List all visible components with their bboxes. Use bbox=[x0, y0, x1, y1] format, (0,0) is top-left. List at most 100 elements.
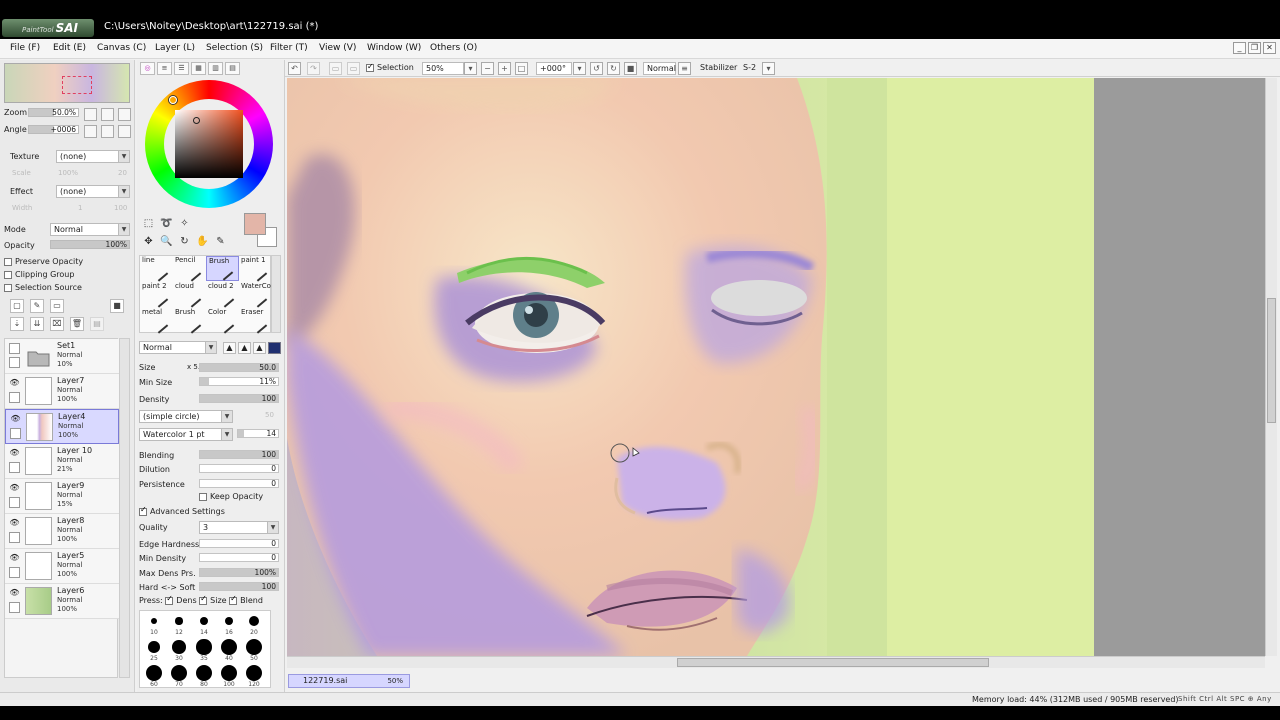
eye-icon[interactable]: 👁 bbox=[9, 553, 20, 562]
layer-opacity-slider[interactable]: 100% bbox=[50, 240, 130, 249]
brush-size-preset-25[interactable] bbox=[148, 641, 160, 653]
lock-icon[interactable] bbox=[9, 567, 20, 578]
zoom-in-icon[interactable] bbox=[101, 108, 114, 121]
clear-layer-icon[interactable]: ⌧ bbox=[50, 317, 64, 331]
layer-row[interactable]: 👁 Layer8 Normal 100% bbox=[5, 514, 119, 549]
reset-rotation-icon[interactable]: ■ bbox=[624, 62, 637, 75]
zoom-slider[interactable]: 50.0% bbox=[28, 108, 79, 117]
layer-row[interactable]: 👁 Layer9 Normal 15% bbox=[5, 479, 119, 514]
brush-shape-select[interactable]: (simple circle) ▼ bbox=[139, 410, 233, 423]
menu-canvas[interactable]: Canvas (C) bbox=[97, 43, 146, 53]
brush-size-preset-10[interactable] bbox=[150, 617, 158, 625]
preserve-opacity-checkbox[interactable]: Preserve Opacity bbox=[4, 257, 83, 266]
brush-size-preset-30[interactable] bbox=[172, 640, 186, 654]
menu-selection[interactable]: Selection (S) bbox=[206, 43, 263, 53]
effect-select[interactable]: (none) ▼ bbox=[56, 185, 130, 198]
horizontal-scroll-thumb[interactable] bbox=[677, 658, 989, 667]
edge-hardness-slider[interactable]: 0 bbox=[199, 539, 279, 548]
layer-row-selected[interactable]: 👁 Layer4 Normal 100% bbox=[5, 409, 119, 444]
zoom-icon[interactable]: 🔍 bbox=[159, 235, 174, 249]
rotate-right-icon[interactable] bbox=[101, 125, 114, 138]
saturation-value-square[interactable] bbox=[175, 110, 243, 178]
flip-horizontal-icon[interactable]: ≡ bbox=[678, 62, 691, 75]
brush-size-preset-14[interactable] bbox=[200, 617, 208, 625]
dilution-slider[interactable]: 0 bbox=[199, 464, 279, 473]
navigator-thumbnail[interactable] bbox=[4, 63, 130, 103]
brush-tool-eraser[interactable]: Eraser bbox=[239, 308, 272, 334]
delete-layer-icon[interactable]: 🗑 bbox=[70, 317, 84, 331]
zoom-out-button-icon[interactable]: − bbox=[481, 62, 494, 75]
eyedropper-icon[interactable]: ✎ bbox=[213, 235, 228, 249]
min-density-slider[interactable]: 0 bbox=[199, 553, 279, 562]
zoom-field[interactable]: 50% bbox=[422, 62, 464, 75]
redo-icon[interactable]: ↷ bbox=[307, 62, 320, 75]
layer-mode-select[interactable]: Normal ▼ bbox=[50, 223, 130, 236]
canvas-vertical-scrollbar[interactable] bbox=[1265, 78, 1277, 656]
brush-size-preset-20[interactable] bbox=[249, 616, 259, 626]
merge-down-icon[interactable]: ⇊ bbox=[30, 317, 44, 331]
zoom-in-button-icon[interactable]: + bbox=[498, 62, 511, 75]
brush-tool-pencil[interactable]: Pencil bbox=[173, 256, 206, 282]
brush-size-preset-70[interactable] bbox=[171, 665, 187, 681]
keep-opacity-checkbox[interactable]: Keep Opacity bbox=[199, 492, 263, 501]
texture-select[interactable]: (none) ▼ bbox=[56, 150, 130, 163]
square-tip-icon[interactable] bbox=[268, 342, 281, 354]
pressure-density-checkbox[interactable]: Dens bbox=[165, 596, 197, 605]
layer-row[interactable]: 👁 Layer 10 Normal 21% bbox=[5, 444, 119, 479]
lock-icon[interactable] bbox=[9, 602, 20, 613]
move-icon[interactable]: ✥ bbox=[141, 235, 156, 249]
persistence-slider[interactable]: 0 bbox=[199, 479, 279, 488]
layer-row[interactable]: 👁 Layer5 Normal 100% bbox=[5, 549, 119, 584]
hand-icon[interactable]: ✋ bbox=[195, 235, 210, 249]
brush-size-preset-16[interactable] bbox=[224, 616, 234, 626]
rect-select-icon[interactable]: ⬚ bbox=[141, 217, 156, 231]
brush-tool-metal[interactable]: metal bbox=[140, 308, 173, 334]
flat-tip-icon[interactable]: ▲ bbox=[253, 342, 266, 354]
magic-wand-icon[interactable]: ✧ bbox=[177, 217, 192, 231]
brush-grid-scrollbar[interactable] bbox=[271, 255, 281, 333]
minimize-icon[interactable]: _ bbox=[1233, 42, 1246, 54]
layer-row[interactable]: 👁 Layer6 Normal 100% bbox=[5, 584, 119, 619]
brush-blend-mode-select[interactable]: Normal ▼ bbox=[139, 341, 217, 354]
round-tip-icon[interactable]: ▲ bbox=[223, 342, 236, 354]
brush-size-preset-80[interactable] bbox=[196, 665, 212, 681]
angle-dropdown-icon[interactable]: ▾ bbox=[573, 62, 586, 75]
soft-tip-icon[interactable]: ▲ bbox=[238, 342, 251, 354]
menu-others[interactable]: Others (O) bbox=[430, 43, 477, 53]
rotate-ccw-icon[interactable]: ↺ bbox=[590, 62, 603, 75]
invert-selection-icon[interactable]: ▭ bbox=[347, 62, 360, 75]
vertical-scroll-thumb[interactable] bbox=[1267, 298, 1276, 423]
layer-list-scrollbar[interactable] bbox=[119, 338, 130, 678]
close-icon[interactable]: ✕ bbox=[1263, 42, 1276, 54]
brush-size-preset-40[interactable] bbox=[221, 639, 237, 655]
selection-visibility-checkbox[interactable]: Selection bbox=[366, 62, 414, 75]
brush-tool-paint-2[interactable]: paint 2 bbox=[140, 282, 173, 308]
swatches-tab-icon[interactable]: ▦ bbox=[191, 62, 206, 75]
pressure-size-checkbox[interactable]: Size bbox=[199, 596, 227, 605]
restore-icon[interactable]: ❐ bbox=[1248, 42, 1261, 54]
clipping-group-checkbox[interactable]: Clipping Group bbox=[4, 270, 74, 279]
transfer-down-icon[interactable]: ⇣ bbox=[10, 317, 24, 331]
deselect-icon[interactable]: ▭ bbox=[329, 62, 342, 75]
brush-size-preset-120[interactable] bbox=[246, 665, 262, 681]
brush-size-preset-50[interactable] bbox=[246, 639, 262, 655]
menu-file[interactable]: File (F) bbox=[10, 43, 40, 53]
view-mode-field[interactable]: Normal bbox=[643, 62, 676, 75]
new-layer-icon[interactable]: ▢ bbox=[10, 299, 24, 313]
menu-layer[interactable]: Layer (L) bbox=[155, 43, 195, 53]
visibility-toggle-icon[interactable] bbox=[9, 343, 20, 354]
stabilizer-dropdown-icon[interactable]: ▾ bbox=[762, 62, 775, 75]
eye-icon[interactable]: 👁 bbox=[10, 414, 21, 423]
drawing-canvas[interactable] bbox=[287, 78, 1265, 656]
blending-slider[interactable]: 100 bbox=[199, 450, 279, 459]
brush-lock-icon[interactable] bbox=[10, 428, 21, 439]
canvas-horizontal-scrollbar[interactable] bbox=[287, 656, 1265, 668]
lock-icon[interactable] bbox=[9, 392, 20, 403]
navigator-view-frame[interactable] bbox=[62, 76, 92, 94]
brush-tool-brush-2[interactable]: Brush bbox=[173, 308, 206, 334]
menu-filter[interactable]: Filter (T) bbox=[270, 43, 308, 53]
layer-panel-option-icon[interactable]: ■ bbox=[110, 299, 124, 313]
brush-size-preset-100[interactable] bbox=[221, 665, 237, 681]
lock-icon[interactable] bbox=[9, 357, 20, 368]
brush-tool-color[interactable]: Color bbox=[206, 308, 239, 334]
